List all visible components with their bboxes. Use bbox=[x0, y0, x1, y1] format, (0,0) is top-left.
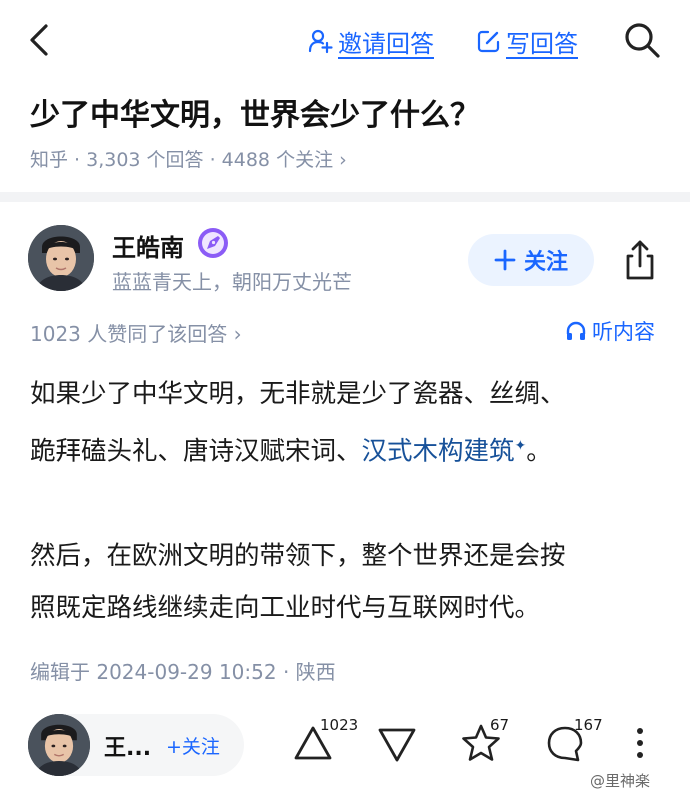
follow-button[interactable]: 关注 bbox=[468, 234, 594, 286]
invite-answer-label: 邀请回答 bbox=[338, 29, 434, 58]
back-button[interactable] bbox=[22, 22, 58, 58]
favorite-button[interactable]: 67 bbox=[460, 716, 509, 768]
avatar[interactable] bbox=[28, 225, 94, 291]
more-button[interactable] bbox=[628, 722, 652, 768]
upvote-summary[interactable]: 1023 人赞同了该回答 › bbox=[30, 318, 242, 347]
paragraph-text: 。 bbox=[526, 436, 552, 467]
share-button[interactable] bbox=[620, 238, 660, 282]
back-arrow-icon bbox=[30, 24, 48, 56]
answer-paragraph-1: 如果少了中华文明，无非就是少了瓷器、丝绸、 跪拜磕头礼、唐诗汉赋宋词、汉式木构建… bbox=[30, 368, 670, 478]
watermark: @里神楽 bbox=[590, 772, 651, 790]
bottom-author-chip[interactable]: 王... +关注 bbox=[28, 714, 244, 776]
edit-timestamp: 编辑于 2024-09-29 10:52 · 陕西 bbox=[30, 660, 336, 684]
author-bio: 蓝蓝青天上，朝阳万丈光芒 bbox=[112, 270, 352, 294]
write-answer-button[interactable]: 写回答 bbox=[476, 24, 578, 58]
paragraph-text: 照既定路线继续走向工业时代与互联网时代。 bbox=[30, 592, 541, 623]
bottom-follow-button[interactable]: +关注 bbox=[166, 732, 220, 759]
invite-answer-button[interactable]: 邀请回答 bbox=[308, 24, 434, 58]
listen-label: 听内容 bbox=[592, 320, 655, 344]
avatar[interactable] bbox=[28, 714, 90, 776]
share-icon bbox=[626, 240, 654, 280]
more-icon bbox=[637, 728, 643, 758]
follow-label: 关注 bbox=[523, 250, 568, 275]
paragraph-text: 然后，在欧洲文明的带领下，整个世界还是会按 bbox=[30, 540, 566, 571]
edit-icon bbox=[477, 30, 500, 53]
user-plus-icon bbox=[308, 29, 333, 54]
comment-button[interactable]: 167 bbox=[544, 716, 603, 768]
top-bar: 邀请回答 写回答 bbox=[0, 0, 690, 82]
question-meta[interactable]: 知乎 · 3,303 个回答 · 4488 个关注 › bbox=[30, 145, 347, 172]
search-icon bbox=[625, 23, 660, 58]
answer-paragraph-2: 然后，在欧洲文明的带领下，整个世界还是会按 照既定路线继续走向工业时代与互联网时… bbox=[30, 530, 670, 634]
pen-badge-icon bbox=[197, 227, 229, 259]
downvote-button[interactable] bbox=[376, 722, 418, 768]
paragraph-text: 如果少了中华文明，无非就是少了瓷器、丝绸、 bbox=[30, 379, 566, 409]
answer-content: 如果少了中华文明，无非就是少了瓷器、丝绸、 跪拜磕头礼、唐诗汉赋宋词、汉式木构建… bbox=[30, 368, 670, 686]
favorite-count: 67 bbox=[490, 716, 510, 734]
question-title[interactable]: 少了中华文明，世界会少了什么？ bbox=[30, 90, 480, 134]
upvote-button[interactable]: 1023 bbox=[292, 716, 358, 768]
wiki-link[interactable]: 汉式木构建筑 bbox=[362, 437, 515, 467]
paragraph-text: 跪拜磕头礼、唐诗汉赋宋词、 bbox=[30, 436, 362, 467]
plus-icon bbox=[494, 249, 516, 271]
upvote-count: 1023 bbox=[320, 716, 359, 734]
downvote-icon bbox=[378, 728, 416, 762]
write-answer-label: 写回答 bbox=[506, 29, 578, 58]
section-divider bbox=[0, 192, 690, 202]
headphones-icon bbox=[566, 321, 586, 340]
sparkle-icon: ✦ bbox=[514, 438, 527, 454]
listen-button[interactable]: 听内容 bbox=[564, 316, 655, 346]
search-button[interactable] bbox=[622, 20, 662, 60]
bottom-author-name: 王... bbox=[104, 736, 152, 761]
comment-count: 167 bbox=[574, 716, 603, 734]
author-name[interactable]: 王皓南 bbox=[112, 228, 184, 263]
